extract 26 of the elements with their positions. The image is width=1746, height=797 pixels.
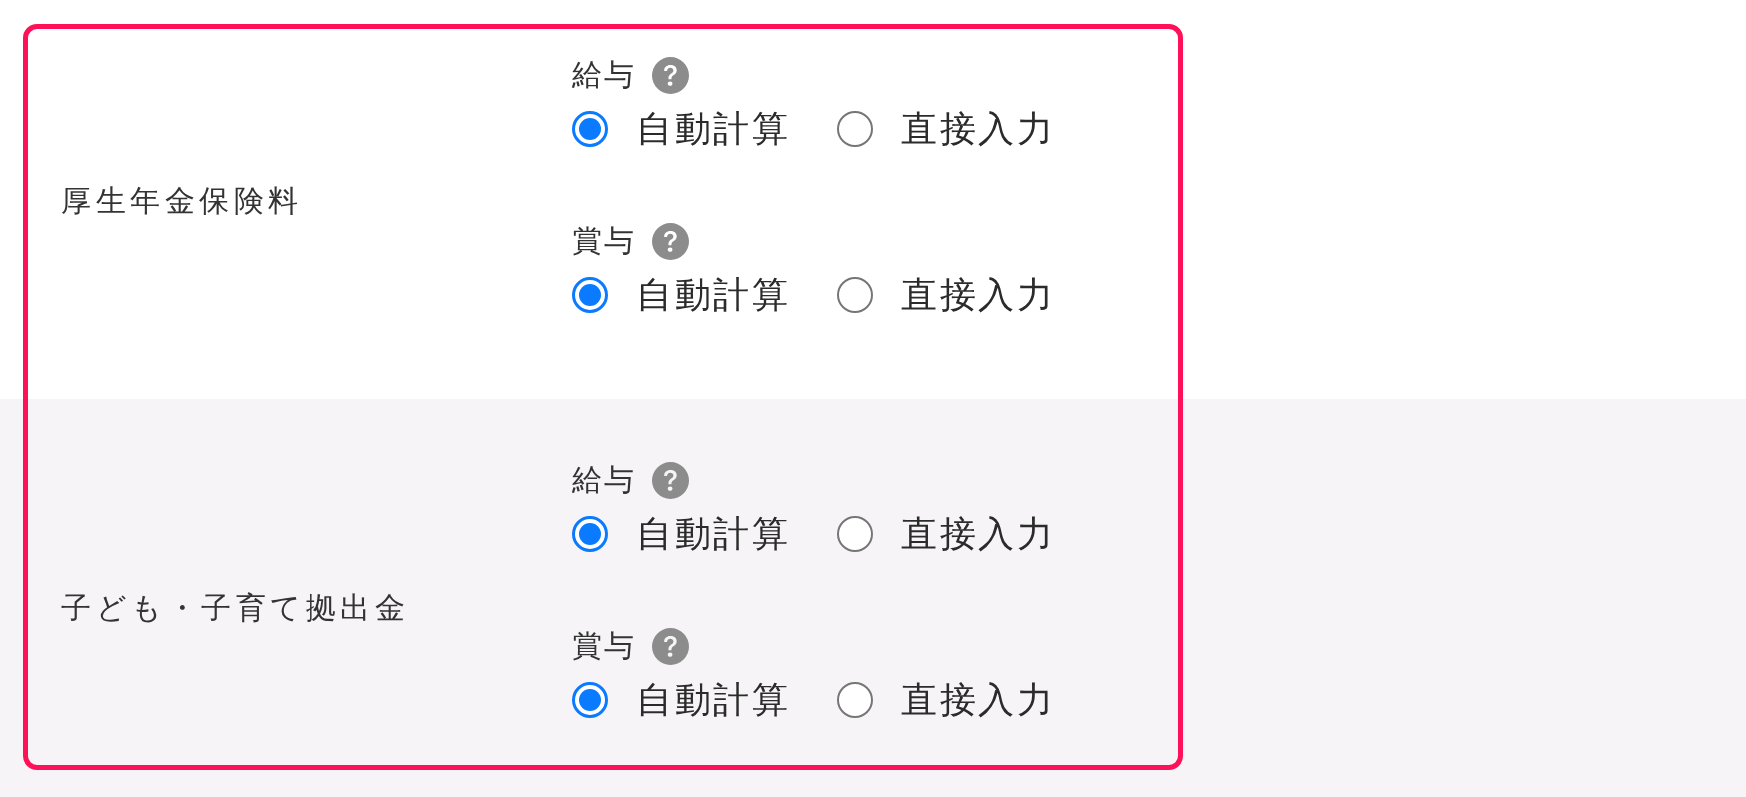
radio-label[interactable]: 直接入力 (901, 109, 1055, 149)
row-label: 子ども・子育て拠出金 (61, 591, 409, 624)
radio-label[interactable]: 自動計算 (636, 514, 790, 554)
radio-label[interactable]: 自動計算 (636, 275, 790, 315)
setting-label: 給与 (572, 462, 636, 498)
radio-button[interactable] (572, 516, 608, 552)
help-icon[interactable] (652, 56, 689, 94)
radio-button[interactable] (837, 277, 873, 313)
radio-button[interactable] (837, 516, 873, 552)
radio-label[interactable]: 直接入力 (901, 275, 1055, 315)
radio-label[interactable]: 直接入力 (901, 514, 1055, 554)
help-icon[interactable] (652, 222, 689, 260)
setting-label: 賞与 (572, 628, 636, 664)
radio-button[interactable] (572, 682, 608, 718)
radio-label[interactable]: 自動計算 (636, 680, 790, 720)
help-icon[interactable] (652, 627, 689, 665)
row-label: 厚生年金保険料 (61, 184, 303, 217)
radio-button[interactable] (572, 111, 608, 147)
setting-label: 給与 (572, 57, 636, 93)
radio-button[interactable] (837, 682, 873, 718)
radio-label[interactable]: 自動計算 (636, 109, 790, 149)
radio-button[interactable] (572, 277, 608, 313)
radio-button[interactable] (837, 111, 873, 147)
setting-label: 賞与 (572, 223, 636, 259)
help-icon[interactable] (652, 461, 689, 499)
radio-label[interactable]: 直接入力 (901, 680, 1055, 720)
